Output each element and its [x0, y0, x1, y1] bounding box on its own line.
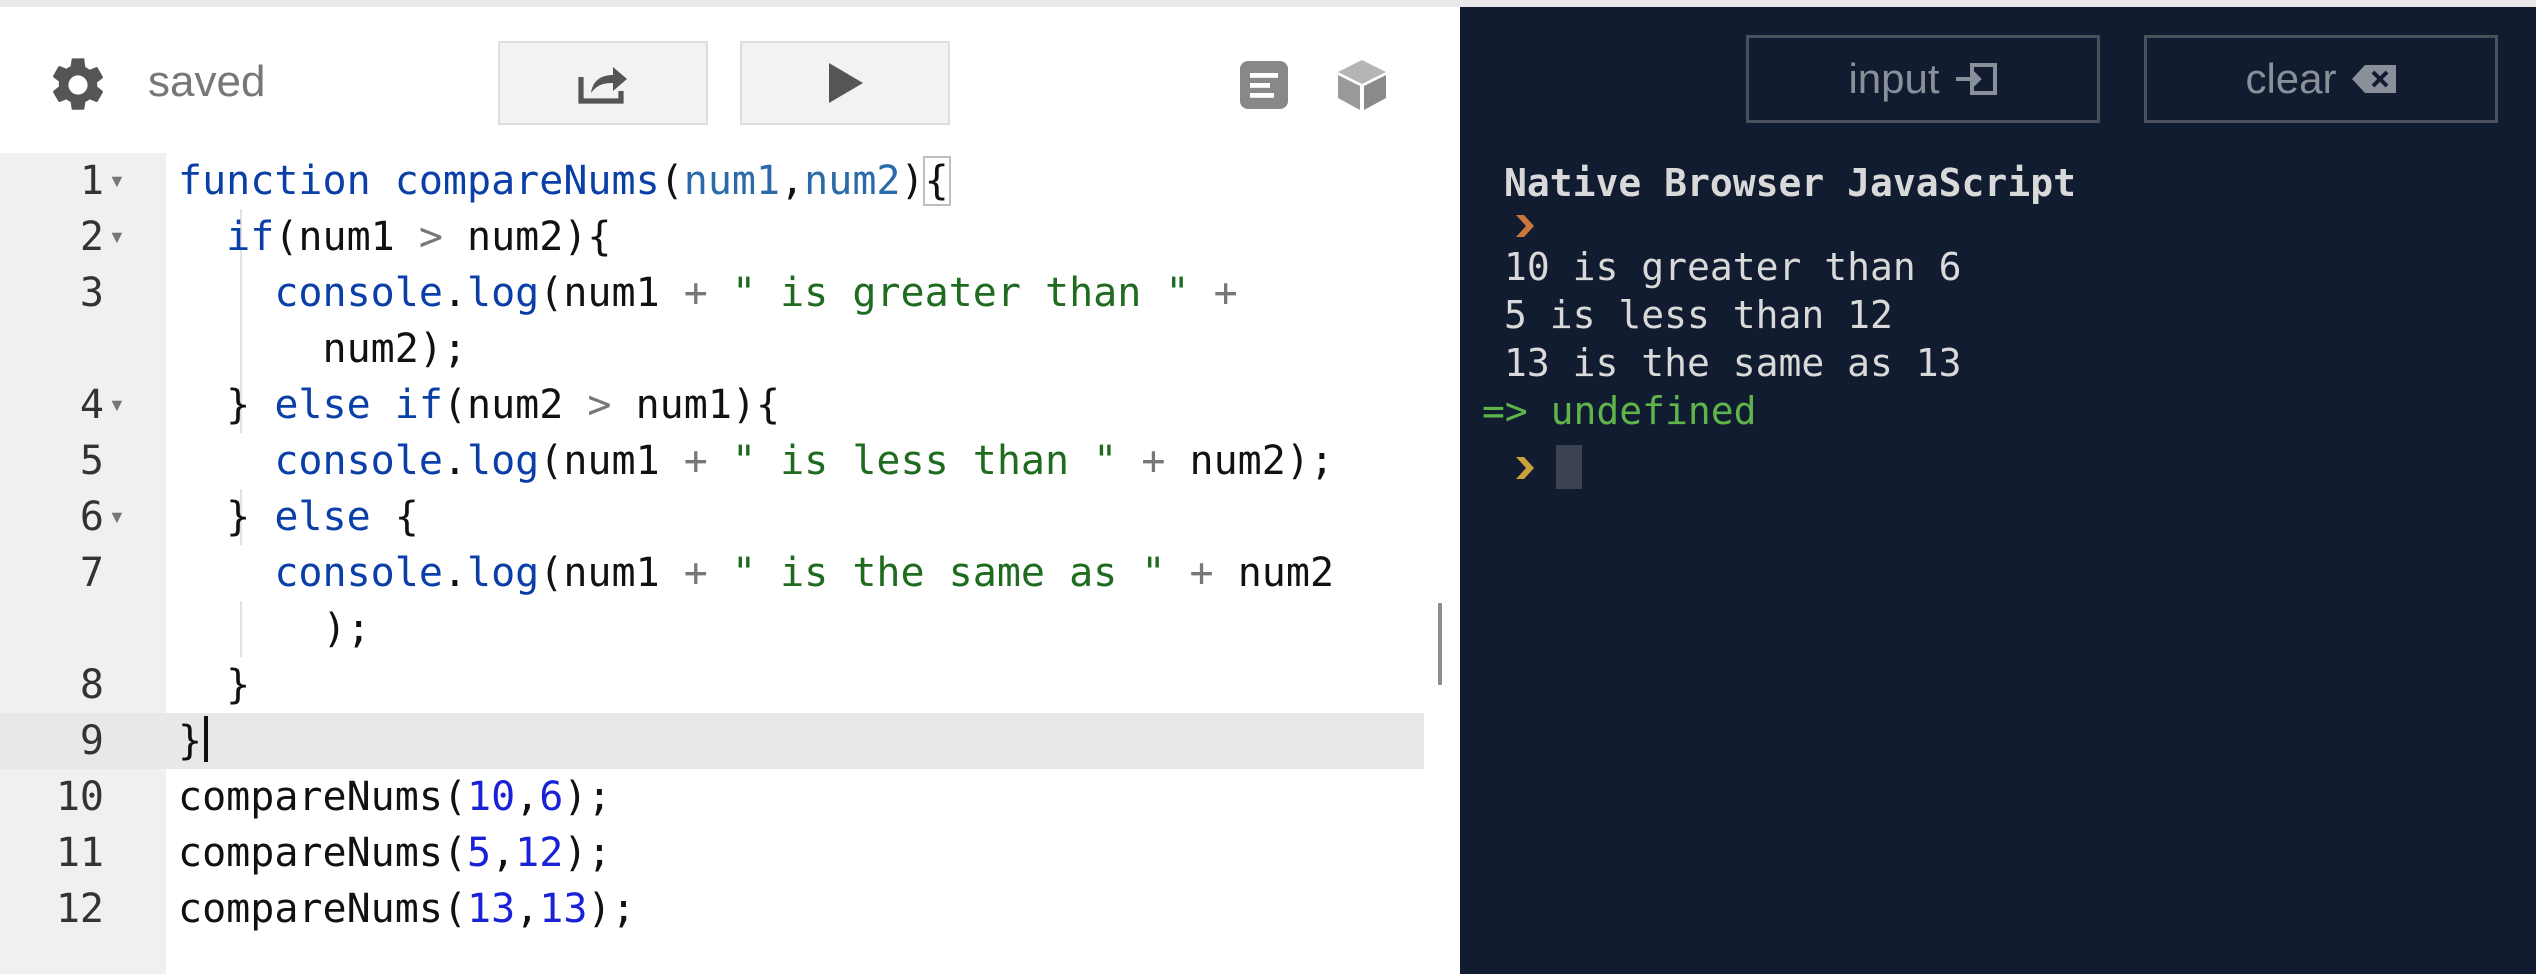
fold-arrow-icon[interactable]: ▼: [108, 489, 128, 545]
line-number: 5: [79, 438, 104, 484]
input-button-label: input: [1848, 55, 1940, 102]
code-line: }: [178, 713, 209, 769]
package-cube-icon[interactable]: [1334, 57, 1390, 113]
code-line: } else if(num2 > num1){: [178, 382, 781, 428]
code-line: );: [178, 606, 371, 652]
line-number: 11: [55, 830, 104, 876]
code-editor[interactable]: 1 ▼ 2 ▼ 3 4 ▼ 5 6 ▼ 7 8 9 10 11 12 funct…: [0, 153, 1424, 974]
share-icon: [578, 67, 627, 104]
line-number: 3: [79, 270, 104, 316]
prompt-caret-icon: [1516, 215, 1534, 237]
code-line: }: [178, 662, 251, 708]
line-number: 9: [79, 718, 104, 764]
clear-button-label: clear: [2245, 55, 2337, 102]
line-number: 6: [79, 494, 104, 540]
line-number: 1: [79, 158, 104, 204]
resize-handle[interactable]: [1438, 603, 1442, 685]
fold-arrow-icon[interactable]: ▼: [108, 209, 128, 265]
code-line: function compareNums(num1,num2){: [178, 156, 951, 206]
save-status: saved: [148, 57, 266, 106]
console-return-line: => undefined: [1482, 387, 1757, 435]
console-output-line: 5 is less than 12: [1504, 293, 1893, 337]
line-number: 10: [55, 774, 104, 820]
repl-app: saved 1 ▼ 2 ▼ 3 4 ▼ 5 6 ▼ 7 8 9 10 11 12…: [0, 0, 2536, 974]
return-value: undefined: [1550, 389, 1757, 433]
active-line-highlight: [0, 713, 1424, 769]
fold-arrow-icon[interactable]: ▼: [108, 377, 128, 433]
gear-icon[interactable]: [46, 53, 110, 117]
code-line: } else {: [178, 494, 419, 540]
line-number: 12: [55, 886, 104, 932]
code-line: console.log(num1 + " is the same as " + …: [274, 550, 1335, 596]
line-number: 7: [79, 550, 104, 596]
code-line: console.log(num1 + " is greater than " +: [274, 270, 1238, 316]
line-number: 4: [79, 382, 104, 428]
clear-button[interactable]: clear: [2144, 35, 2498, 123]
console-output-line: 13 is the same as 13: [1504, 341, 1962, 385]
run-button[interactable]: [740, 41, 950, 125]
fold-arrow-icon[interactable]: ▼: [108, 153, 128, 209]
backspace-icon: [2351, 65, 2396, 93]
editor-pane: saved 1 ▼ 2 ▼ 3 4 ▼ 5 6 ▼ 7 8 9 10 11 12…: [0, 7, 1424, 974]
line-number: 8: [79, 662, 104, 708]
outline-icon[interactable]: [1236, 57, 1292, 113]
console-pane: input clear Native Browser JavaScript 10…: [1460, 7, 2536, 974]
top-border: [0, 0, 2536, 7]
enter-input-icon: [1955, 63, 1997, 95]
share-button[interactable]: [498, 41, 708, 125]
return-arrow: =>: [1482, 389, 1528, 433]
console-header: Native Browser JavaScript: [1504, 161, 2076, 205]
code-line: if(num1 > num2){: [226, 214, 612, 260]
console-input-cursor[interactable]: [1556, 445, 1582, 489]
code-line: num2);: [178, 326, 467, 372]
console-output-line: 10 is greater than 6: [1504, 245, 1962, 289]
editor-toolbar: saved: [0, 7, 1424, 153]
play-icon: [829, 63, 863, 103]
code-line: console.log(num1 + " is less than " + nu…: [274, 438, 1335, 484]
input-button[interactable]: input: [1746, 35, 2100, 123]
input-prompt-caret-icon: [1516, 457, 1534, 479]
pane-divider[interactable]: [1424, 7, 1460, 974]
code-line: compareNums(10,6);: [178, 774, 612, 820]
code-line: compareNums(13,13);: [178, 886, 636, 932]
line-number: 2: [79, 214, 104, 260]
code-line: compareNums(5,12);: [178, 830, 612, 876]
text-cursor: [204, 716, 209, 762]
